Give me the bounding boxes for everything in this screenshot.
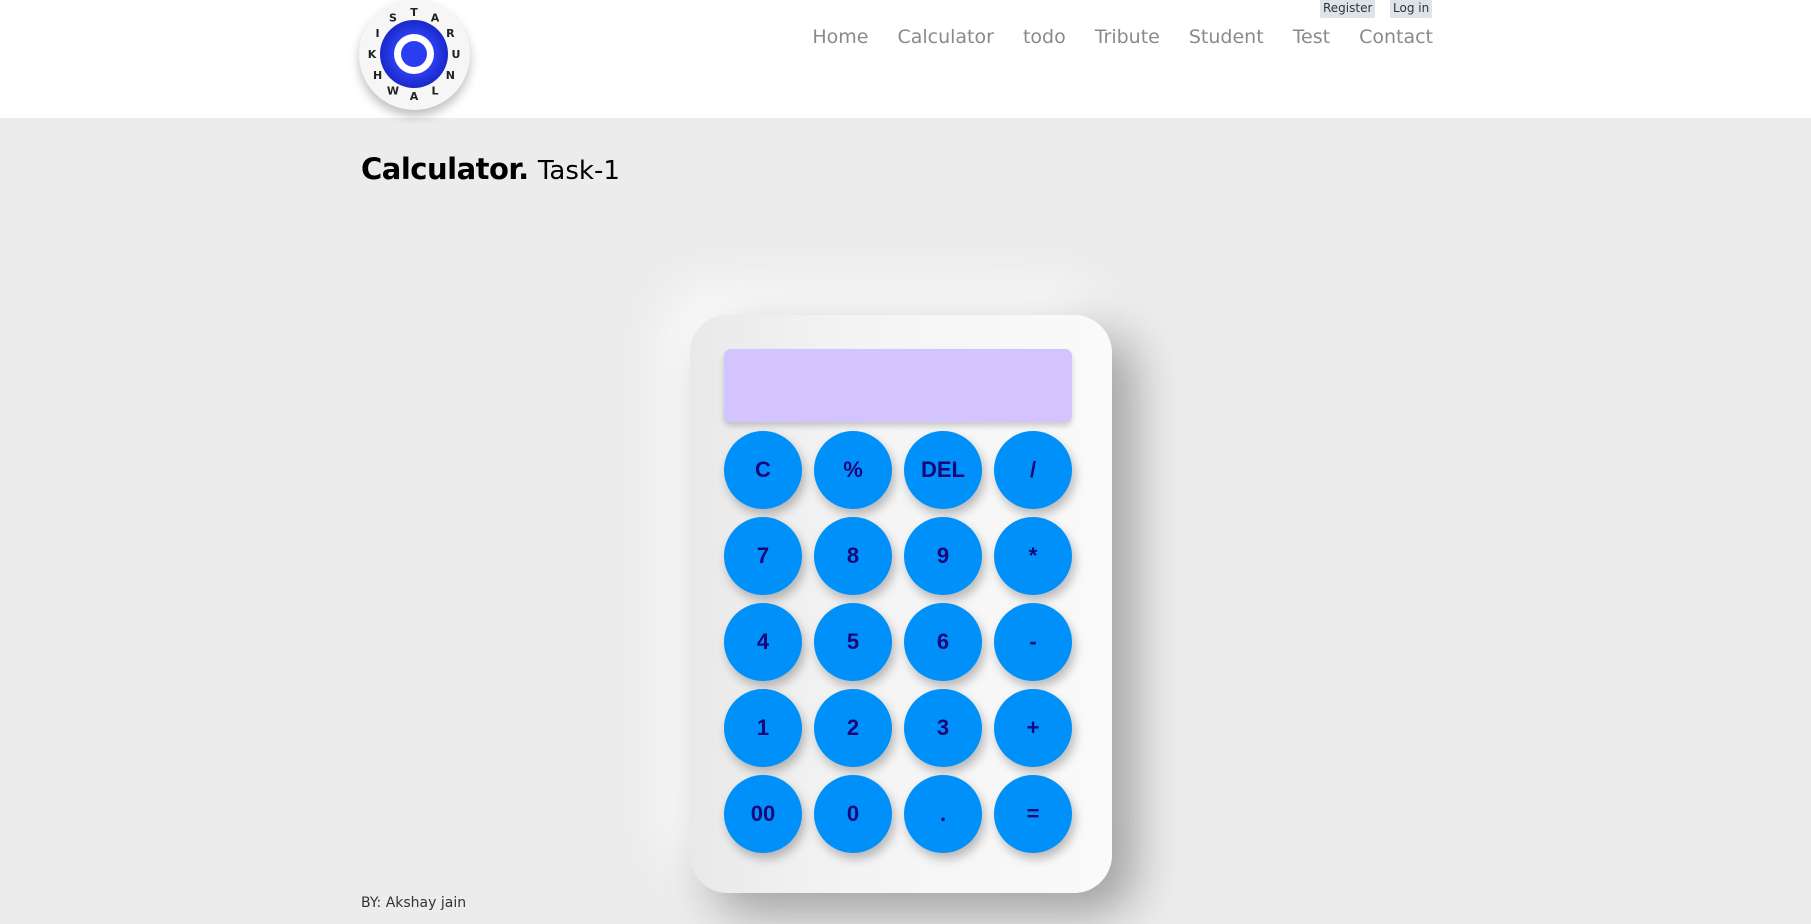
logo-letter: A: [410, 90, 419, 103]
key-double-zero[interactable]: 00: [724, 775, 802, 853]
nav-test[interactable]: Test: [1293, 26, 1330, 48]
nav-home[interactable]: Home: [812, 26, 868, 48]
logo-letter: N: [446, 69, 455, 82]
page-title-text: Calculator.: [361, 152, 529, 186]
key-9[interactable]: 9: [904, 517, 982, 595]
key-multiply[interactable]: *: [994, 517, 1072, 595]
key-divide[interactable]: /: [994, 431, 1072, 509]
key-7[interactable]: 7: [724, 517, 802, 595]
key-decimal[interactable]: .: [904, 775, 982, 853]
key-2[interactable]: 2: [814, 689, 892, 767]
author-credit: BY: Akshay jain: [361, 895, 467, 911]
key-8[interactable]: 8: [814, 517, 892, 595]
logo-letter: T: [410, 6, 418, 19]
calculator-display: [724, 349, 1072, 422]
key-clear[interactable]: C: [724, 431, 802, 509]
logo-letter: A: [431, 12, 440, 25]
logo-letter: I: [376, 27, 380, 40]
login-link[interactable]: Log in: [1390, 0, 1433, 18]
logo-letter: L: [431, 84, 438, 97]
key-6[interactable]: 6: [904, 603, 982, 681]
page-title: Calculator. Task-1: [361, 152, 620, 186]
logo-letter: K: [368, 48, 377, 61]
logo-letter: W: [387, 84, 399, 97]
register-link[interactable]: Register: [1320, 0, 1376, 18]
key-percent[interactable]: %: [814, 431, 892, 509]
calculator: C % DEL / 7 8 9 * 4 5 6 - 1 2 3 + 00 0 .…: [690, 315, 1112, 893]
nav-todo[interactable]: todo: [1023, 26, 1066, 48]
site-header: TARUNLAWHKIS Register Log in Home Calcul…: [0, 0, 1811, 118]
logo-letter: H: [373, 69, 382, 82]
logo-letter: R: [446, 27, 455, 40]
main-nav: Home Calculator todo Tribute Student Tes…: [812, 26, 1433, 48]
nav-tribute[interactable]: Tribute: [1095, 26, 1160, 48]
key-4[interactable]: 4: [724, 603, 802, 681]
key-3[interactable]: 3: [904, 689, 982, 767]
key-0[interactable]: 0: [814, 775, 892, 853]
key-minus[interactable]: -: [994, 603, 1072, 681]
key-1[interactable]: 1: [724, 689, 802, 767]
page-subtitle: Task-1: [537, 156, 620, 186]
key-5[interactable]: 5: [814, 603, 892, 681]
key-plus[interactable]: +: [994, 689, 1072, 767]
nav-student[interactable]: Student: [1189, 26, 1264, 48]
logo-letter: S: [389, 12, 397, 25]
logo-letter: U: [452, 48, 461, 61]
logo-icon: T ARUNLAWHKIS: [368, 6, 461, 103]
key-equals[interactable]: =: [994, 775, 1072, 853]
nav-calculator[interactable]: Calculator: [897, 26, 993, 48]
logo[interactable]: TARUNLAWHKIS: [359, 0, 470, 110]
nav-contact[interactable]: Contact: [1359, 26, 1433, 48]
key-delete[interactable]: DEL: [904, 431, 982, 509]
calculator-keypad: C % DEL / 7 8 9 * 4 5 6 - 1 2 3 + 00 0 .…: [724, 431, 1072, 853]
